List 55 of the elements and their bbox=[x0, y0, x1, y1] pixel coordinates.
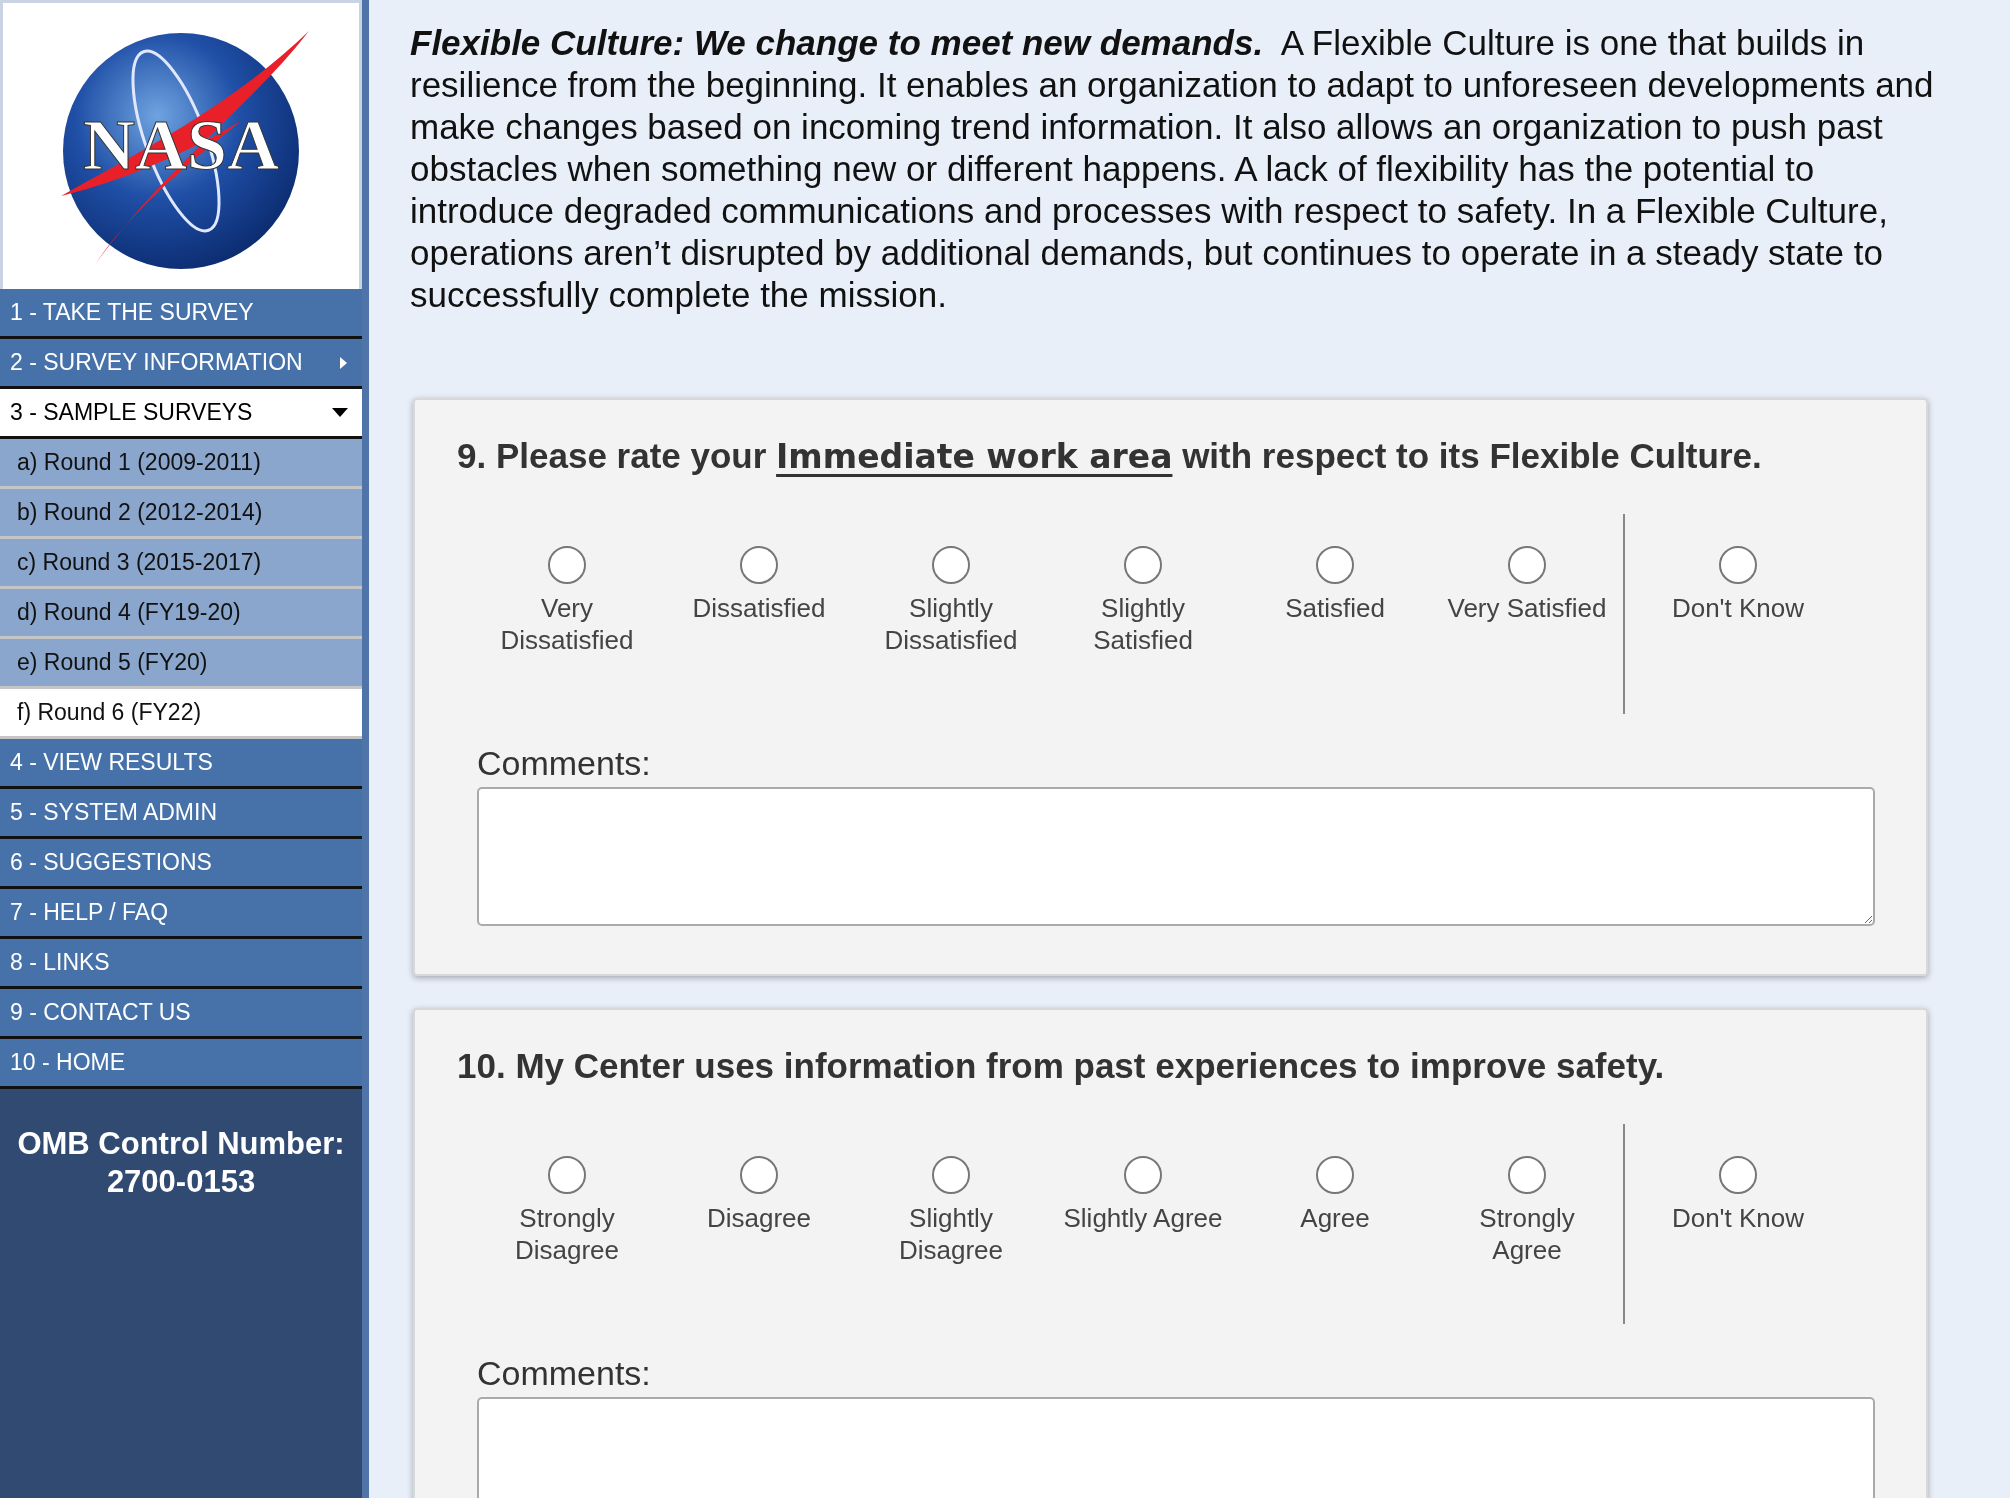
radio-button[interactable] bbox=[1719, 546, 1757, 584]
submenu-item[interactable]: f) Round 6 (FY22) bbox=[0, 689, 362, 739]
radio-option[interactable]: Strongly Disagree bbox=[471, 1124, 663, 1324]
radio-option[interactable]: Slightly Disagree bbox=[855, 1124, 1047, 1324]
radio-option[interactable]: Dissatisfied bbox=[663, 514, 855, 714]
radio-button[interactable] bbox=[932, 1156, 970, 1194]
radio-option[interactable]: Very Satisfied bbox=[1431, 514, 1623, 714]
radio-button[interactable] bbox=[1124, 546, 1162, 584]
menu-item[interactable]: 6 - SUGGESTIONS bbox=[0, 839, 362, 889]
radio-option[interactable]: Don't Know bbox=[1625, 514, 1851, 714]
radio-option[interactable]: Slightly Satisfied bbox=[1047, 514, 1239, 714]
submenu-item[interactable]: b) Round 2 (2012-2014) bbox=[0, 489, 362, 539]
radio-option[interactable]: Strongly Agree bbox=[1431, 1124, 1623, 1324]
radio-option[interactable]: Agree bbox=[1239, 1124, 1431, 1324]
submenu-item[interactable]: d) Round 4 (FY19-20) bbox=[0, 589, 362, 639]
radio-button[interactable] bbox=[740, 1156, 778, 1194]
radio-button[interactable] bbox=[932, 546, 970, 584]
menu-item[interactable]: 4 - VIEW RESULTS bbox=[0, 739, 362, 789]
menu-item[interactable]: 8 - LINKS bbox=[0, 939, 362, 989]
radio-option[interactable]: Slightly Dissatisfied bbox=[855, 514, 1047, 714]
radio-button[interactable] bbox=[548, 1156, 586, 1194]
menu-item[interactable]: 2 - SURVEY INFORMATION bbox=[0, 339, 362, 389]
submenu-item[interactable]: c) Round 3 (2015-2017) bbox=[0, 539, 362, 589]
menu-item[interactable]: 5 - SYSTEM ADMIN bbox=[0, 789, 362, 839]
radio-option[interactable]: Satisfied bbox=[1239, 514, 1431, 714]
omb-label: OMB Control Number: bbox=[16, 1125, 346, 1163]
radio-button[interactable] bbox=[1124, 1156, 1162, 1194]
radio-option[interactable]: Disagree bbox=[663, 1124, 855, 1324]
comments-field[interactable] bbox=[477, 787, 1875, 926]
radio-option[interactable]: Don't Know bbox=[1625, 1124, 1851, 1324]
radio-button[interactable] bbox=[1316, 1156, 1354, 1194]
radio-option[interactable]: Very Dissatisfied bbox=[471, 514, 663, 714]
comments-label: Comments: bbox=[477, 744, 652, 783]
comments-field[interactable] bbox=[477, 1397, 1875, 1498]
radio-button[interactable] bbox=[1508, 546, 1546, 584]
omb-number: 2700-0153 bbox=[105, 1163, 257, 1201]
menu-item[interactable]: 10 - HOME bbox=[0, 1039, 362, 1089]
radio-button[interactable] bbox=[1508, 1156, 1546, 1194]
menu-item[interactable]: 3 - SAMPLE SURVEYS bbox=[0, 389, 362, 439]
submenu-item[interactable]: a) Round 1 (2009-2011) bbox=[0, 439, 362, 489]
radio-button[interactable] bbox=[548, 546, 586, 584]
comments-label: Comments: bbox=[477, 1354, 652, 1393]
caret-down-icon bbox=[332, 408, 348, 417]
radio-button[interactable] bbox=[1316, 546, 1354, 584]
menu-item[interactable]: 1 - TAKE THE SURVEY bbox=[0, 289, 362, 339]
radio-option[interactable]: Slightly Agree bbox=[1047, 1124, 1239, 1324]
question-title: 9. Please rate your Immediate work area with respect to its Flexible Culture. bbox=[457, 436, 1763, 476]
radio-button[interactable] bbox=[1719, 1156, 1757, 1194]
radio-button[interactable] bbox=[740, 546, 778, 584]
menu-item[interactable]: 9 - CONTACT US bbox=[0, 989, 362, 1039]
question-title: 10. My Center uses information from past experiences to improve safety. bbox=[457, 1046, 1666, 1086]
intro-paragraph: Flexible Culture: We change to meet new demands. A Flexible Culture is one that builds in resilience from the beginning. It enables an organization to adapt to unforeseen developments and make changes based on incoming trend information. It also allows an organization to push past obstacles when something new or different happens. A lack of flexibility has the potential to introduce degraded communications and processes with respect to safety. In a Flexible Culture, operations aren’t disrupted by additional demands, but continues to operate in a steady state to successfully complete the mission. bbox=[410, 22, 1935, 316]
menu-item[interactable]: 7 - HELP / FAQ bbox=[0, 889, 362, 939]
submenu-item[interactable]: e) Round 5 (FY20) bbox=[0, 639, 362, 689]
caret-right-icon bbox=[339, 355, 348, 370]
